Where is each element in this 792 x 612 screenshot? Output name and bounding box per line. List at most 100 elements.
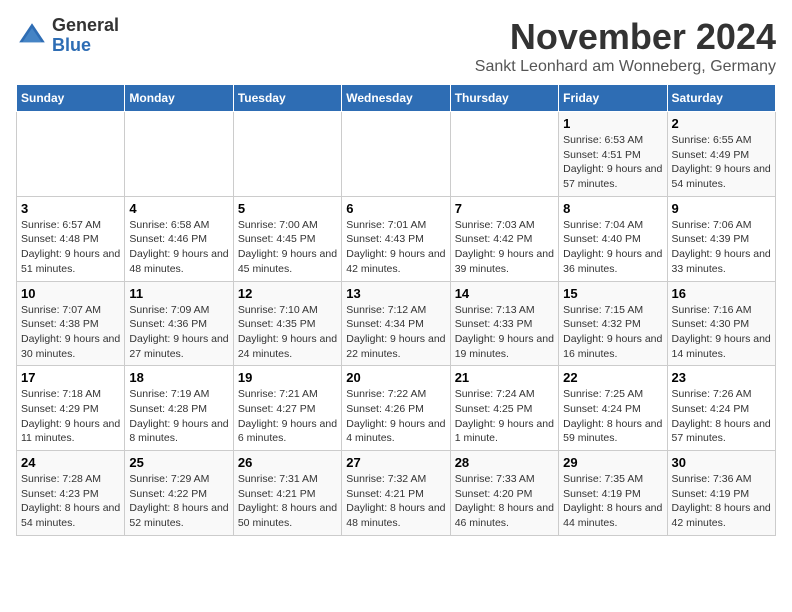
table-row: 18Sunrise: 7:19 AMSunset: 4:28 PMDayligh… (125, 366, 233, 451)
col-sunday: Sunday (17, 85, 125, 112)
table-row: 2 Sunrise: 6:55 AMSunset: 4:49 PMDaylight… (667, 112, 775, 197)
day-number: 4 (129, 201, 228, 216)
table-row: 16 Sunrise: 7:16 AMSunset: 4:30 PMDayligh… (667, 281, 775, 366)
day-info: Sunrise: 6:58 AMSunset: 4:46 PMDaylight:… (129, 218, 228, 277)
day-info: Sunrise: 7:06 AMSunset: 4:39 PMDaylight:… (672, 218, 771, 277)
table-row: 27 Sunrise: 7:32 AMSunset: 4:21 PMDayligh… (342, 451, 450, 536)
day-info: Sunrise: 7:21 AMSunset: 4:27 PMDaylight:… (238, 387, 337, 446)
table-row (450, 112, 558, 197)
table-row: 13Sunrise: 7:12 AMSunset: 4:34 PMDayligh… (342, 281, 450, 366)
day-info: Sunrise: 7:33 AMSunset: 4:20 PMDaylight:… (455, 472, 554, 531)
table-row: 4 Sunrise: 6:58 AMSunset: 4:46 PMDaylight… (125, 196, 233, 281)
day-number: 11 (129, 286, 228, 301)
logo-text: General Blue (52, 16, 119, 56)
day-number: 8 (563, 201, 662, 216)
day-info: Sunrise: 6:55 AMSunset: 4:49 PMDaylight:… (672, 133, 771, 192)
day-info: Sunrise: 7:12 AMSunset: 4:34 PMDaylight:… (346, 303, 445, 362)
day-info: Sunrise: 7:29 AMSunset: 4:22 PMDaylight:… (129, 472, 228, 531)
day-number: 2 (672, 116, 771, 131)
table-row (125, 112, 233, 197)
table-row (342, 112, 450, 197)
table-row: 5Sunrise: 7:00 AMSunset: 4:45 PMDaylight… (233, 196, 341, 281)
table-row: 19 Sunrise: 7:21 AMSunset: 4:27 PMDayligh… (233, 366, 341, 451)
day-number: 21 (455, 370, 554, 385)
col-friday: Friday (559, 85, 667, 112)
table-row: 26Sunrise: 7:31 AMSunset: 4:21 PMDayligh… (233, 451, 341, 536)
calendar-week-5: 24 Sunrise: 7:28 AMSunset: 4:23 PMDayligh… (17, 451, 776, 536)
day-number: 16 (672, 286, 771, 301)
day-info: Sunrise: 7:18 AMSunset: 4:29 PMDaylight:… (21, 387, 120, 446)
day-info: Sunrise: 7:07 AMSunset: 4:38 PMDaylight:… (21, 303, 120, 362)
day-number: 3 (21, 201, 120, 216)
col-tuesday: Tuesday (233, 85, 341, 112)
day-number: 15 (563, 286, 662, 301)
calendar-week-1: 1 Sunrise: 6:53 AMSunset: 4:51 PMDaylight… (17, 112, 776, 197)
table-row: 10 Sunrise: 7:07 AMSunset: 4:38 PMDayligh… (17, 281, 125, 366)
table-row: 3 Sunrise: 6:57 AMSunset: 4:48 PMDaylight… (17, 196, 125, 281)
day-info: Sunrise: 7:35 AMSunset: 4:19 PMDaylight:… (563, 472, 662, 531)
day-info: Sunrise: 7:28 AMSunset: 4:23 PMDaylight:… (21, 472, 120, 531)
day-info: Sunrise: 7:09 AMSunset: 4:36 PMDaylight:… (129, 303, 228, 362)
day-info: Sunrise: 7:22 AMSunset: 4:26 PMDaylight:… (346, 387, 445, 446)
day-info: Sunrise: 7:32 AMSunset: 4:21 PMDaylight:… (346, 472, 445, 531)
table-row: 15Sunrise: 7:15 AMSunset: 4:32 PMDayligh… (559, 281, 667, 366)
table-row: 21 Sunrise: 7:24 AMSunset: 4:25 PMDayligh… (450, 366, 558, 451)
table-row: 22Sunrise: 7:25 AMSunset: 4:24 PMDayligh… (559, 366, 667, 451)
calendar-table: Sunday Monday Tuesday Wednesday Thursday… (16, 84, 776, 536)
day-info: Sunrise: 6:57 AMSunset: 4:48 PMDaylight:… (21, 218, 120, 277)
page-header: General Blue November 2024 Sankt Leonhar… (16, 16, 776, 76)
col-thursday: Thursday (450, 85, 558, 112)
col-monday: Monday (125, 85, 233, 112)
day-info: Sunrise: 7:03 AMSunset: 4:42 PMDaylight:… (455, 218, 554, 277)
day-number: 6 (346, 201, 445, 216)
day-number: 19 (238, 370, 337, 385)
location-title: Sankt Leonhard am Wonneberg, Germany (475, 58, 776, 76)
logo: General Blue (16, 16, 119, 56)
table-row: 25 Sunrise: 7:29 AMSunset: 4:22 PMDayligh… (125, 451, 233, 536)
table-row: 29 Sunrise: 7:35 AMSunset: 4:19 PMDayligh… (559, 451, 667, 536)
table-row: 24 Sunrise: 7:28 AMSunset: 4:23 PMDayligh… (17, 451, 125, 536)
day-info: Sunrise: 7:36 AMSunset: 4:19 PMDaylight:… (672, 472, 771, 531)
table-row: 30Sunrise: 7:36 AMSunset: 4:19 PMDayligh… (667, 451, 775, 536)
day-number: 7 (455, 201, 554, 216)
day-number: 1 (563, 116, 662, 131)
day-number: 18 (129, 370, 228, 385)
day-number: 20 (346, 370, 445, 385)
day-number: 28 (455, 455, 554, 470)
table-row: 20 Sunrise: 7:22 AMSunset: 4:26 PMDayligh… (342, 366, 450, 451)
day-info: Sunrise: 7:16 AMSunset: 4:30 PMDaylight:… (672, 303, 771, 362)
calendar-week-4: 17 Sunrise: 7:18 AMSunset: 4:29 PMDayligh… (17, 366, 776, 451)
calendar-week-3: 10 Sunrise: 7:07 AMSunset: 4:38 PMDayligh… (17, 281, 776, 366)
day-info: Sunrise: 7:31 AMSunset: 4:21 PMDaylight:… (238, 472, 337, 531)
day-number: 25 (129, 455, 228, 470)
day-number: 10 (21, 286, 120, 301)
day-number: 12 (238, 286, 337, 301)
day-info: Sunrise: 7:00 AMSunset: 4:45 PMDaylight:… (238, 218, 337, 277)
table-row: 17 Sunrise: 7:18 AMSunset: 4:29 PMDayligh… (17, 366, 125, 451)
logo-icon (16, 20, 48, 52)
day-info: Sunrise: 7:04 AMSunset: 4:40 PMDaylight:… (563, 218, 662, 277)
header-row: Sunday Monday Tuesday Wednesday Thursday… (17, 85, 776, 112)
day-number: 24 (21, 455, 120, 470)
day-info: Sunrise: 7:24 AMSunset: 4:25 PMDaylight:… (455, 387, 554, 446)
day-number: 9 (672, 201, 771, 216)
table-row: 12Sunrise: 7:10 AMSunset: 4:35 PMDayligh… (233, 281, 341, 366)
month-title: November 2024 (475, 16, 776, 58)
table-row: 6 Sunrise: 7:01 AMSunset: 4:43 PMDaylight… (342, 196, 450, 281)
day-number: 17 (21, 370, 120, 385)
title-block: November 2024 Sankt Leonhard am Wonneber… (475, 16, 776, 76)
day-info: Sunrise: 7:26 AMSunset: 4:24 PMDaylight:… (672, 387, 771, 446)
table-row (17, 112, 125, 197)
day-info: Sunrise: 7:13 AMSunset: 4:33 PMDaylight:… (455, 303, 554, 362)
table-row: 9 Sunrise: 7:06 AMSunset: 4:39 PMDaylight… (667, 196, 775, 281)
day-info: Sunrise: 6:53 AMSunset: 4:51 PMDaylight:… (563, 133, 662, 192)
col-wednesday: Wednesday (342, 85, 450, 112)
calendar-week-2: 3 Sunrise: 6:57 AMSunset: 4:48 PMDaylight… (17, 196, 776, 281)
day-info: Sunrise: 7:01 AMSunset: 4:43 PMDaylight:… (346, 218, 445, 277)
day-number: 29 (563, 455, 662, 470)
col-saturday: Saturday (667, 85, 775, 112)
day-number: 27 (346, 455, 445, 470)
day-number: 23 (672, 370, 771, 385)
table-row: 28 Sunrise: 7:33 AMSunset: 4:20 PMDayligh… (450, 451, 558, 536)
table-row (233, 112, 341, 197)
